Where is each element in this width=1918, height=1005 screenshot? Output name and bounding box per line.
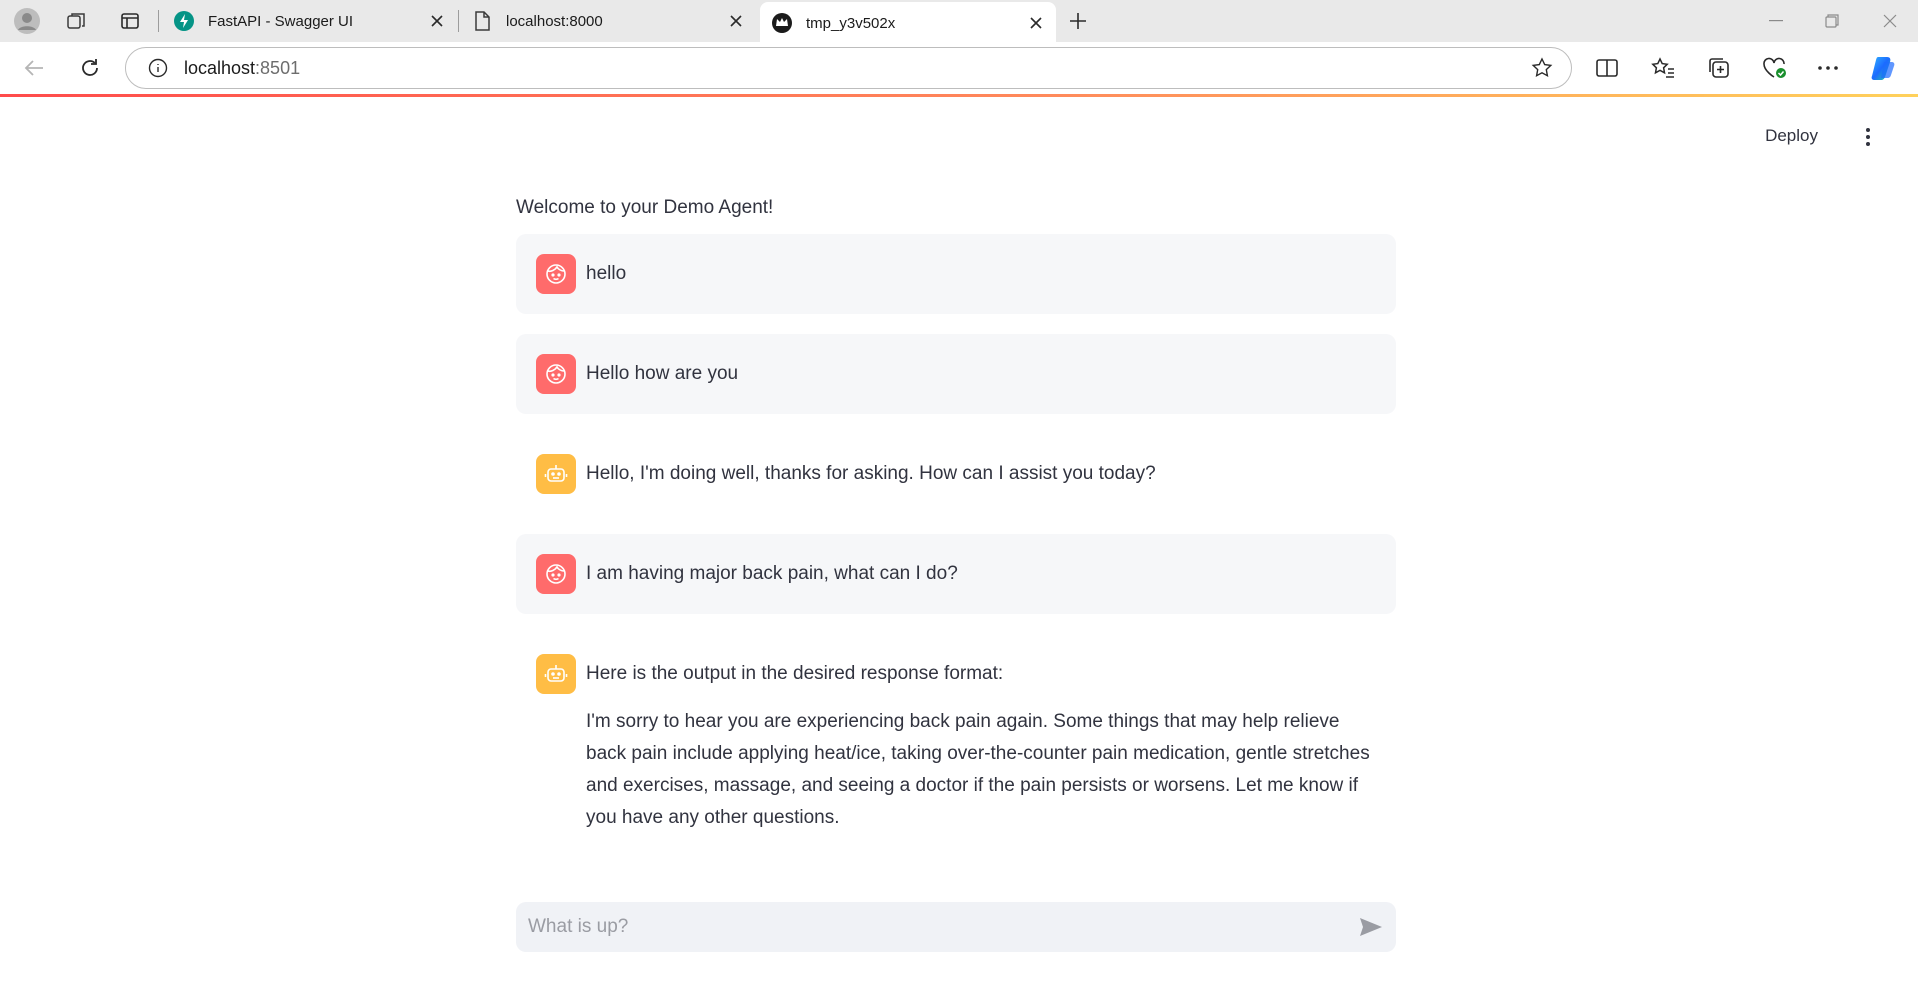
chat-message-assistant: Hello, I'm doing well, thanks for asking… [516,434,1396,514]
bot-avatar-icon [536,454,576,494]
new-tab-icon[interactable] [1063,6,1093,36]
send-icon[interactable] [1356,912,1386,942]
minimize-icon[interactable] [1748,0,1804,42]
refresh-icon[interactable] [72,50,108,86]
tab-title: localhost:8000 [506,12,603,30]
address-bar[interactable]: localhost:8501 [125,47,1572,89]
chat-message-user: I am having major back pain, what can I … [516,534,1396,614]
user-avatar-icon [536,554,576,594]
welcome-text: Welcome to your Demo Agent! [516,197,774,218]
info-icon[interactable] [146,56,170,80]
tab-title: FastAPI - Swagger UI [208,12,354,30]
workspaces-icon[interactable] [62,6,92,36]
main-menu-icon[interactable] [1856,123,1880,151]
tab-title: tmp_y3v502x [806,14,896,32]
tab-separator [458,10,459,32]
message-paragraph: I'm sorry to hear you are experiencing b… [586,711,1370,828]
message-text: hello [586,263,627,284]
more-options-icon[interactable] [1810,50,1846,86]
browser-essentials-icon[interactable] [1757,50,1793,86]
message-text: Here is the output in the desired respon… [586,663,1004,684]
chat-message-assistant: Here is the output in the desired respon… [516,634,1396,854]
chat-input-container [516,902,1396,952]
back-arrow-icon[interactable] [16,50,52,86]
tab-actions-icon[interactable] [115,6,145,36]
tab-streamlit-app[interactable]: tmp_y3v502x [760,2,1056,44]
message-text: Hello how are you [586,363,739,384]
collections-icon[interactable] [1701,50,1737,86]
close-tab-icon[interactable] [722,7,750,35]
url-port: :8501 [255,57,301,78]
bot-avatar-icon [536,654,576,694]
browser-tab-bar: FastAPI - Swagger UI localhost:8000 tmp_… [0,0,1918,44]
close-tab-icon[interactable] [423,7,451,35]
user-avatar-icon [536,254,576,294]
tab-localhost-8000[interactable]: localhost:8000 [460,0,756,42]
profile-icon[interactable] [12,6,42,36]
url-host: localhost [184,57,256,78]
restore-icon[interactable] [1804,0,1860,42]
split-screen-icon[interactable] [1589,50,1625,86]
browser-toolbar: localhost:8501 [0,42,1918,94]
streamlit-crown-icon [772,13,792,33]
fastapi-icon [174,11,194,31]
message-text: I am having major back pain, what can I … [586,563,958,584]
url-text[interactable]: localhost:8501 [184,58,1527,79]
document-icon [472,11,492,31]
chat-container: Welcome to your Demo Agent! hello Hello … [516,190,1396,874]
close-window-icon[interactable] [1862,0,1918,42]
chat-input[interactable] [516,902,1336,952]
chat-message-user: hello [516,234,1396,314]
app-header: Deploy [0,97,1918,183]
favorite-star-icon[interactable] [1527,53,1557,83]
deploy-button[interactable]: Deploy [1765,126,1818,146]
chat-message-user: Hello how are you [516,334,1396,414]
message-text: Hello, I'm doing well, thanks for asking… [586,463,1156,484]
tab-separator [158,10,159,32]
user-avatar-icon [536,354,576,394]
copilot-icon[interactable] [1866,50,1902,86]
close-tab-icon[interactable] [1022,9,1050,37]
tab-fastapi[interactable]: FastAPI - Swagger UI [162,0,457,42]
favorites-icon[interactable] [1645,50,1681,86]
